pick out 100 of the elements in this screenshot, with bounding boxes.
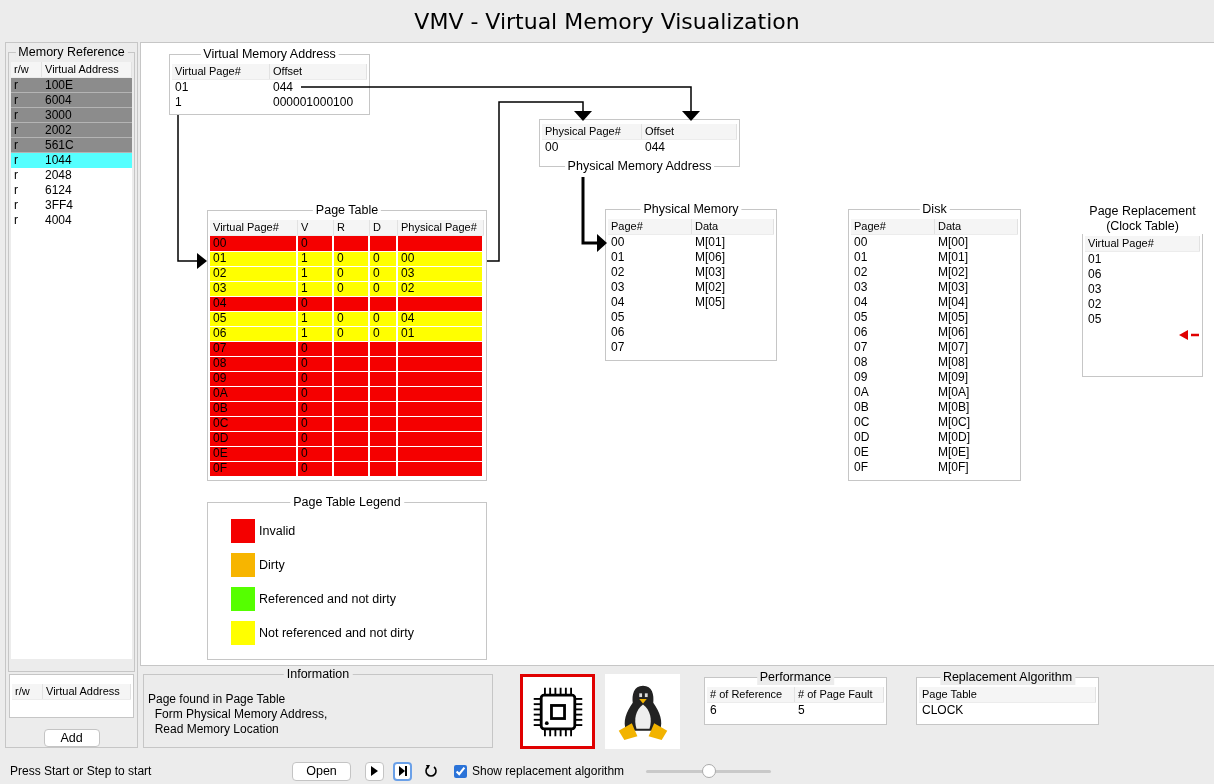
table-cell-text: 561C [44,138,75,153]
table-row[interactable]: r 6124 [11,183,132,198]
table-cell-text: 04 [853,295,869,310]
column-header: Offset [270,64,367,79]
table-row[interactable]: r 3FF4 [11,198,132,213]
column-header: Data [935,219,1018,234]
table-cell-text: r [13,198,19,213]
column-header: Virtual Address [42,62,132,77]
table-cell-text: 3000 [44,108,73,123]
column-header: Virtual Address [43,684,131,700]
table-cell-text: 1044 [44,153,73,168]
table-cell-text: 06 [1087,267,1103,282]
column-header: Page Table [919,687,1096,702]
table-cell-text: 0C [853,415,871,430]
table-cell-text: 05 [1087,312,1103,327]
table-cell-text: M[0E] [937,445,971,460]
information-text: Page found in Page Table Form Physical Memory Address, Read Memory Location [147,691,329,737]
column-header: r/w [12,684,43,700]
speed-slider[interactable] [646,763,772,779]
column-header: Physical Page# [542,124,642,139]
column-header: R [334,220,370,235]
table-row[interactable]: r 100E [11,78,132,93]
table-cell-text: 01 [1087,252,1103,267]
table-cell-text: 000001000100 [272,95,355,110]
column-header: V [298,220,334,235]
table-cell-text: 5 [797,703,806,718]
table-cell-text: 0D [853,430,871,445]
table-row[interactable]: r 6004 [11,93,132,108]
table-cell-text: 0F [853,460,869,475]
table-row[interactable]: r 2048 [11,168,132,183]
table-cell-text: 07 [853,340,869,355]
table-cell-text: M[00] [937,235,969,250]
step-button[interactable] [393,761,412,781]
mode-button[interactable] [605,674,680,749]
table-cell-text: 0E [853,445,870,460]
panel-title: Physical Memory Address [564,159,715,174]
table-cell-text: M[03] [694,265,726,280]
table-cell-text: M[0F] [937,460,970,475]
open-button[interactable]: Open [292,761,351,781]
table-cell-text: M[02] [937,265,969,280]
table-cell-text: M[04] [937,295,969,310]
table-cell-text: M[01] [694,235,726,250]
table-cell-text: r [13,93,19,108]
table-cell-text: 0A [853,385,870,400]
table-cell-text: M[03] [937,280,969,295]
table-cell-text: 01 [853,250,869,265]
table-cell-text: 06 [610,325,626,340]
table-cell-text: 00 [610,235,626,250]
table-row[interactable]: r 4004 [11,213,132,228]
play-button[interactable] [365,761,384,781]
mode-button[interactable] [520,674,595,749]
table-cell-text: 044 [272,80,295,95]
table-cell-text: 2048 [44,168,73,183]
panel-title: Page Table [312,203,382,218]
table-cell-text: 00 [544,140,560,155]
window-title: VMV - Virtual Memory Visualization [414,8,800,34]
column-header: Virtual Page# [172,64,270,79]
table-cell-text: 03 [1087,282,1103,297]
table-row[interactable]: r 1044 [11,153,132,168]
table-cell-text: M[0B] [937,400,971,415]
table-cell-text: 3FF4 [44,198,74,213]
table-cell-text: 03 [853,280,869,295]
reset-icon [423,764,438,778]
table-cell-text: 02 [610,265,626,280]
panel-title: Page Replacement (Clock Table) [1080,204,1205,234]
table-cell-text: M[05] [694,295,726,310]
table-cell-text: 02 [853,265,869,280]
table-cell-text: r [13,213,19,228]
column-header: Page# [608,219,692,234]
table-cell-text: M[0C] [937,415,971,430]
pointer-arrow [1179,330,1199,340]
table-cell-text: 07 [610,340,626,355]
add-button[interactable]: Add [43,729,100,747]
table-cell-text: 6 [709,703,718,718]
table-cell-text: 1 [174,95,183,110]
table-cell-text: 00 [853,235,869,250]
table-cell-text: 09 [853,370,869,385]
column-header: Virtual Page# [210,220,298,235]
table-cell-text: r [13,183,19,198]
table-row[interactable]: r 561C [11,138,132,153]
table-row[interactable]: r 2002 [11,123,132,138]
column-header: Data [692,219,774,234]
table-cell-text: 08 [853,355,869,370]
show-replacement-checkbox[interactable] [454,764,467,778]
table-cell-text: r [13,138,19,153]
column-header: Physical Page# [398,220,484,235]
table-cell-text: 04 [610,295,626,310]
legend-label: Referenced and not dirty [259,592,396,606]
legend-label: Not referenced and not dirty [259,626,414,640]
table-cell-text: 0B [853,400,870,415]
column-header: D [370,220,398,235]
table-cell-text: r [13,108,19,123]
legend-label: Invalid [259,524,296,538]
play-icon [370,766,379,776]
legend-label: Dirty [259,558,285,572]
table-cell-text: M[0D] [937,430,971,445]
table-cell-text: r [13,78,19,93]
table-cell-text: 100E [44,78,75,93]
table-row[interactable]: r 3000 [11,108,132,123]
table-cell-text: 02 [1087,297,1103,312]
